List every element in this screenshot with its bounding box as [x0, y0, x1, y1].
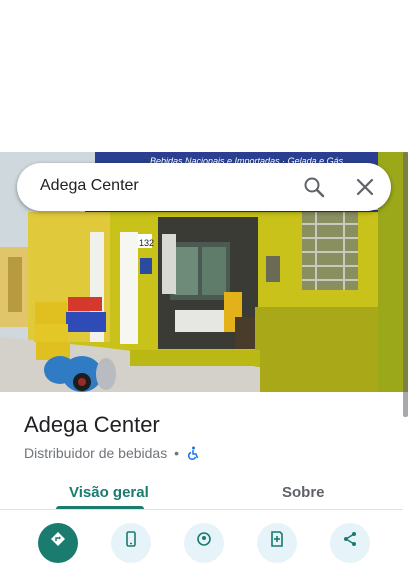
close-icon[interactable]: [353, 175, 377, 199]
separator: •: [174, 445, 179, 461]
place-category: Distribuidor de bebidas: [24, 445, 168, 461]
action-buttons: [0, 523, 403, 563]
search-icon[interactable]: [302, 175, 326, 199]
place-info-panel: Adega Center Distribuidor de bebidas • V…: [0, 392, 403, 563]
call-button[interactable]: [111, 523, 151, 563]
share-button[interactable]: [330, 523, 370, 563]
search-input[interactable]: Adega Center: [40, 177, 139, 195]
search-bar[interactable]: Adega Center: [17, 163, 391, 211]
location-icon: [197, 532, 211, 546]
map-blank-area: [0, 0, 408, 152]
place-subtitle: Distribuidor de bebidas •: [24, 445, 200, 461]
place-tabs: Visão geral Sobre: [0, 472, 403, 510]
place-title: Adega Center: [24, 412, 160, 437]
tab-overview[interactable]: Visão geral: [69, 484, 149, 501]
save-button[interactable]: [257, 523, 297, 563]
nearby-button[interactable]: [184, 523, 224, 563]
phone-icon: [126, 531, 136, 547]
save-icon: [271, 531, 283, 547]
door-number: 132: [139, 238, 154, 248]
share-icon: [344, 532, 356, 546]
scrollbar[interactable]: [403, 152, 408, 417]
directions-button[interactable]: [38, 523, 78, 563]
wheelchair-icon: [186, 446, 200, 461]
tab-about[interactable]: Sobre: [282, 484, 325, 501]
directions-icon: [51, 532, 65, 546]
active-tab-indicator: [56, 506, 144, 509]
